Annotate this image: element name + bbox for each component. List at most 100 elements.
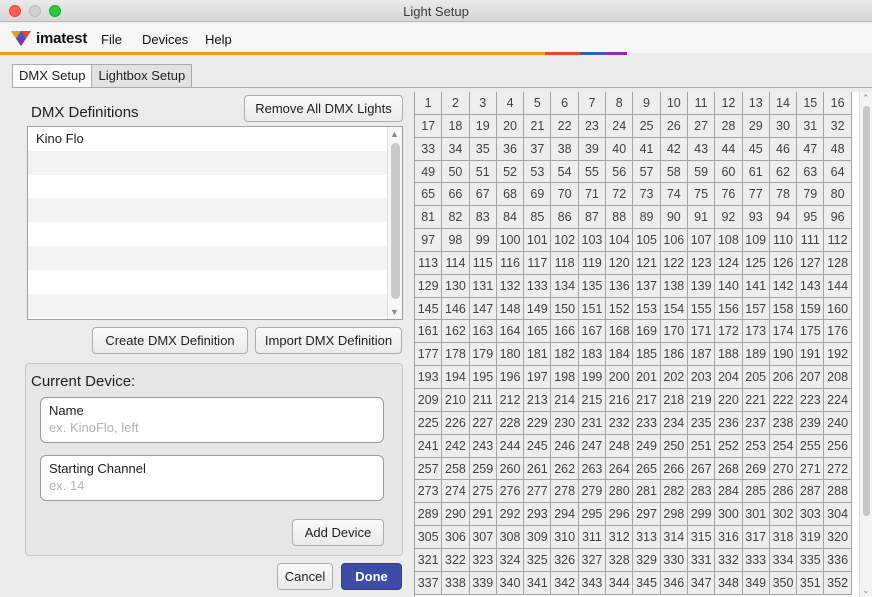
channel-cell[interactable]: 139	[687, 274, 716, 298]
channel-cell[interactable]: 136	[606, 274, 634, 298]
menu-help[interactable]: Help	[205, 32, 232, 47]
channel-cell[interactable]: 137	[633, 274, 661, 298]
channel-cell[interactable]: 201	[633, 366, 661, 389]
channel-cell[interactable]: 264	[606, 457, 634, 481]
channel-cell[interactable]: 216	[606, 388, 634, 412]
name-input[interactable]	[49, 420, 369, 435]
channel-cell[interactable]: 60	[715, 160, 743, 184]
channel-cell[interactable]: 228	[496, 411, 525, 435]
channel-cell[interactable]: 318	[769, 526, 798, 549]
cancel-button[interactable]: Cancel	[277, 563, 333, 590]
channel-cell[interactable]: 261	[524, 457, 552, 481]
channel-cell[interactable]: 45	[742, 137, 770, 161]
channel-cell[interactable]: 147	[469, 297, 497, 321]
channel-cell[interactable]: 92	[715, 206, 743, 230]
channel-cell[interactable]: 227	[469, 411, 497, 435]
channel-cell[interactable]: 189	[742, 343, 770, 367]
channel-cell[interactable]: 158	[769, 297, 798, 321]
channel-cell[interactable]: 174	[769, 320, 798, 344]
menu-file[interactable]: File	[101, 32, 122, 47]
channel-cell[interactable]: 352	[824, 571, 852, 595]
channel-cell[interactable]: 240	[824, 411, 852, 435]
list-item[interactable]	[28, 198, 402, 223]
channel-cell[interactable]: 126	[769, 251, 798, 275]
channel-cell[interactable]: 121	[633, 251, 661, 275]
channel-cell[interactable]: 204	[715, 366, 743, 389]
channel-cell[interactable]: 289	[415, 503, 443, 527]
channel-cell[interactable]: 300	[715, 503, 743, 527]
channel-cell[interactable]: 311	[578, 526, 607, 549]
chevron-down-icon[interactable]: ⌄	[862, 585, 870, 596]
chevron-up-icon[interactable]: ▲	[390, 129, 399, 139]
channel-cell[interactable]: 271	[797, 457, 825, 481]
channel-cell[interactable]: 291	[469, 503, 497, 527]
channel-cell[interactable]: 185	[633, 343, 661, 367]
channel-cell[interactable]: 21	[524, 114, 552, 138]
channel-cell[interactable]: 159	[797, 297, 825, 321]
channel-cell[interactable]: 244	[496, 434, 525, 458]
channel-cell[interactable]: 75	[687, 183, 716, 207]
channel-cell[interactable]: 223	[797, 388, 825, 412]
channel-cell[interactable]: 32	[824, 114, 852, 138]
channel-cell[interactable]: 17	[415, 114, 443, 138]
channel-cell[interactable]: 16	[824, 92, 852, 115]
channel-cell[interactable]: 335	[797, 548, 825, 572]
list-scrollbar[interactable]: ▲ ▼	[387, 127, 402, 319]
channel-cell[interactable]: 342	[551, 571, 579, 595]
list-item[interactable]	[28, 222, 402, 246]
channel-cell[interactable]: 52	[496, 160, 525, 184]
channel-cell[interactable]: 265	[633, 457, 661, 481]
channel-cell[interactable]: 113	[415, 251, 443, 275]
channel-cell[interactable]: 188	[715, 343, 743, 367]
channel-cell[interactable]: 78	[769, 183, 798, 207]
channel-cell[interactable]: 316	[715, 526, 743, 549]
channel-cell[interactable]: 57	[633, 160, 661, 184]
channel-cell[interactable]: 140	[715, 274, 743, 298]
channel-cell[interactable]: 234	[660, 411, 688, 435]
channel-cell[interactable]: 310	[551, 526, 579, 549]
channel-cell[interactable]: 220	[715, 388, 743, 412]
channel-cell[interactable]: 24	[606, 114, 634, 138]
channel-cell[interactable]: 151	[578, 297, 607, 321]
channel-cell[interactable]: 171	[687, 320, 716, 344]
channel-cell[interactable]: 288	[824, 480, 852, 504]
channel-cell[interactable]: 213	[524, 388, 552, 412]
channel-cell[interactable]: 182	[551, 343, 579, 367]
channel-cell[interactable]: 164	[496, 320, 525, 344]
channel-cell[interactable]: 230	[551, 411, 579, 435]
channel-cell[interactable]: 346	[660, 571, 688, 595]
channel-cell[interactable]: 46	[769, 137, 798, 161]
channel-cell[interactable]: 48	[824, 137, 852, 161]
channel-cell[interactable]: 101	[524, 229, 552, 252]
grid-scroll-thumb[interactable]	[863, 106, 870, 516]
channel-cell[interactable]: 350	[769, 571, 798, 595]
channel-cell[interactable]: 266	[660, 457, 688, 481]
channel-cell[interactable]: 175	[797, 320, 825, 344]
channel-cell[interactable]: 152	[606, 297, 634, 321]
channel-cell[interactable]: 273	[415, 480, 443, 504]
channel-cell[interactable]: 11	[687, 92, 716, 115]
channel-cell[interactable]: 135	[578, 274, 607, 298]
channel-cell[interactable]: 181	[524, 343, 552, 367]
channel-cell[interactable]: 81	[415, 206, 443, 230]
channel-cell[interactable]: 9	[633, 92, 661, 115]
channel-cell[interactable]: 67	[469, 183, 497, 207]
channel-cell[interactable]: 132	[496, 274, 525, 298]
channel-cell[interactable]: 143	[797, 274, 825, 298]
channel-cell[interactable]: 313	[633, 526, 661, 549]
channel-cell[interactable]: 129	[415, 274, 443, 298]
channel-cell[interactable]: 292	[496, 503, 525, 527]
channel-cell[interactable]: 108	[715, 229, 743, 252]
channel-cell[interactable]: 248	[606, 434, 634, 458]
channel-cell[interactable]: 111	[797, 229, 825, 252]
channel-cell[interactable]: 207	[797, 366, 825, 389]
channel-cell[interactable]: 281	[633, 480, 661, 504]
channel-cell[interactable]: 307	[469, 526, 497, 549]
channel-cell[interactable]: 106	[660, 229, 688, 252]
channel-cell[interactable]: 328	[606, 548, 634, 572]
channel-cell[interactable]: 247	[578, 434, 607, 458]
channel-cell[interactable]: 160	[824, 297, 852, 321]
channel-cell[interactable]: 161	[415, 320, 443, 344]
channel-cell[interactable]: 157	[742, 297, 770, 321]
done-button[interactable]: Done	[341, 563, 402, 590]
